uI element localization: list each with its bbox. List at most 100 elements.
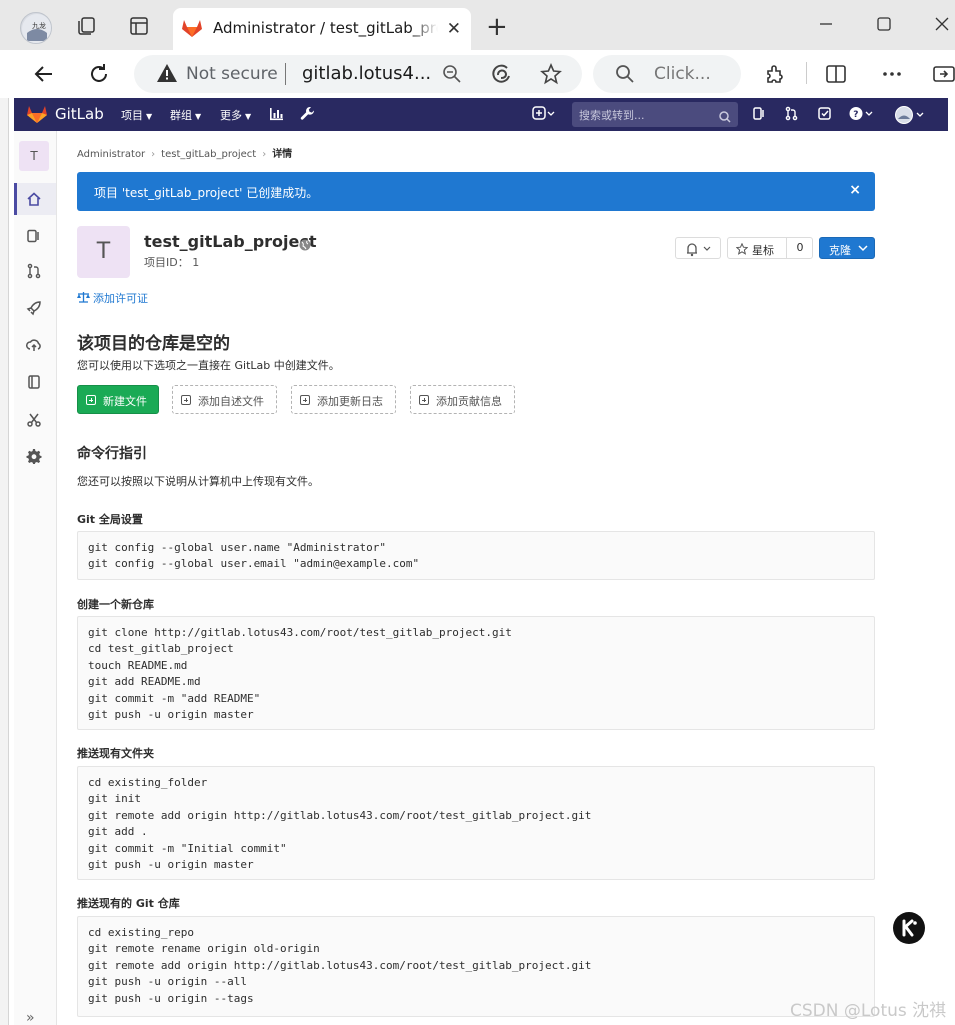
warning-icon[interactable] [156,63,178,87]
merge-request-icon [27,263,41,279]
browser-search-box[interactable]: Click... [593,55,741,93]
admin-wrench-icon[interactable] [300,106,317,123]
profile-avatar[interactable]: 九龙 [20,12,52,44]
star-count[interactable]: 0 [786,238,813,258]
nav-projects[interactable]: 项目 ▼ [121,107,152,123]
maximize-icon[interactable] [872,12,902,38]
collapse-sidebar-icon[interactable]: » [26,1010,35,1025]
add-contributing-button[interactable]: 添加贡献信息 [410,385,515,414]
sidebar-item-settings[interactable] [14,440,56,472]
gitlab-header: GitLab 项目 ▼ 群组 ▼ 更多 ▼ 搜索或转到... ? [14,98,948,131]
flash-message: 项目 'test_gitLab_project' 已创建成功。 [94,186,319,200]
sidebar-project-avatar[interactable]: T [19,141,49,171]
browser-search-placeholder: Click... [654,64,711,84]
minimize-icon[interactable] [814,12,844,38]
nav-more[interactable]: 更多 ▼ [220,107,251,123]
code-block-push-existing-repo[interactable]: cd existing_repo git remote rename origi… [77,916,875,1017]
cli-instructions-title: 命令行指引 [77,446,147,462]
sidebar-item-wiki[interactable] [14,366,56,398]
flash-success-banner: 项目 'test_gitLab_project' 已创建成功。 × [77,172,875,211]
nav-projects-label: 项目 [121,109,143,122]
chevron-down-icon: ▼ [195,112,202,121]
floating-assistant-button[interactable] [893,912,925,944]
code-block-global-setup[interactable]: git config --global user.name "Administr… [77,531,875,580]
toolbar-divider [806,62,807,84]
new-item-plus-icon[interactable] [532,106,555,123]
clone-label: 克隆 [829,244,851,257]
breadcrumb: Administrator › test_gitLab_project › 详情 [77,145,292,160]
add-readme-label: 添加自述文件 [198,395,264,408]
sidebar-item-repository[interactable] [14,220,56,252]
merge-requests-icon[interactable] [784,106,801,123]
sidebar-item-operations[interactable] [14,329,56,361]
breadcrumb-separator: › [151,149,156,160]
browser-tab-active[interactable]: Administrator / test_gitLab_project · Gi… [173,8,471,50]
notification-dropdown-button[interactable] [675,237,721,259]
clone-dropdown-button[interactable]: 克隆 [819,237,875,259]
plus-square-icon [300,395,310,405]
code-line: touch README.md [88,658,188,672]
add-readme-button[interactable]: 添加自述文件 [172,385,277,414]
favorite-star-icon[interactable] [540,62,562,89]
todos-icon[interactable] [817,106,834,123]
section-title-push-folder: 推送现有文件夹 [77,747,154,760]
search-icon [615,64,635,88]
code-line: git config --global user.name "Administr… [88,541,387,554]
gitlab-tanuki-icon [27,106,47,123]
new-file-button[interactable]: 新建文件 [77,385,159,414]
edge-icon[interactable] [490,63,512,89]
breadcrumb-project[interactable]: test_gitLab_project [161,149,256,160]
zoom-out-icon[interactable] [442,64,462,88]
code-block-new-repo[interactable]: git clone http://gitlab.lotus43.com/root… [77,616,875,730]
nav-groups[interactable]: 群组 ▼ [170,107,201,123]
new-tab-icon[interactable]: + [486,12,508,42]
more-options-icon[interactable] [880,62,904,86]
code-line: git init [88,792,141,806]
sidebar-item-ci-cd[interactable] [14,292,56,324]
project-title: test_gitLab_project [144,232,317,251]
back-icon[interactable] [32,62,56,86]
help-icon[interactable]: ? [849,106,873,123]
issues-icon[interactable] [752,106,769,123]
star-button[interactable]: 星标 0 [727,237,813,259]
code-block-push-folder[interactable]: cd existing_folder git init git remote a… [77,766,875,880]
code-line: git add . [88,825,148,839]
browser-toolbar: Not secure gitlab.lotus4... Click... [0,50,955,98]
user-avatar-menu[interactable] [895,106,924,124]
sidebar-item-merge-requests[interactable] [14,255,56,287]
url-text: gitlab.lotus4... [302,63,432,84]
add-changelog-button[interactable]: 添加更新日志 [291,385,396,414]
svg-text:?: ? [853,110,858,120]
cli-instructions-description: 您还可以按照以下说明从计算机中上传现有文件。 [77,475,319,488]
gitlab-logo[interactable]: GitLab [26,104,104,124]
tab-close-icon[interactable]: ✕ [447,19,461,39]
sidebar-item-project-overview[interactable] [14,183,56,215]
split-screen-icon[interactable] [824,62,848,86]
address-divider [285,63,286,85]
public-globe-icon [299,236,311,255]
gitlab-search-input[interactable]: 搜索或转到... [572,102,738,127]
sidebar-item-snippets[interactable] [14,404,56,436]
code-line: git push -u origin --all [88,975,247,989]
add-license-link[interactable]: 添加许可证 [77,290,148,306]
tab-actions-icon[interactable] [128,15,152,39]
plus-square-icon [86,395,96,405]
code-line: git add README.md [88,675,201,689]
close-window-icon[interactable] [930,12,955,38]
activity-chart-icon[interactable] [269,106,286,123]
flash-close-icon[interactable]: × [849,182,861,198]
gitlab-brand-text: GitLab [55,105,104,123]
main-content: Administrator › test_gitLab_project › 详情 项目 … [57,131,948,1025]
gitlab-favicon-icon [181,18,203,42]
address-bar[interactable]: Not secure gitlab.lotus4... [134,55,582,93]
bell-icon [687,243,711,257]
collections-icon[interactable] [76,15,100,39]
extensions-icon[interactable] [763,62,787,86]
breadcrumb-current: 详情 [272,149,293,160]
code-line: git push -u origin --tags [88,991,254,1005]
refresh-icon[interactable] [87,62,111,86]
breadcrumb-admin[interactable]: Administrator [77,149,145,160]
code-line: git remote add origin http://gitlab.lotu… [88,958,592,972]
sidebar-toggle-icon[interactable] [932,62,955,86]
section-title-new-repo: 创建一个新仓库 [77,598,154,611]
